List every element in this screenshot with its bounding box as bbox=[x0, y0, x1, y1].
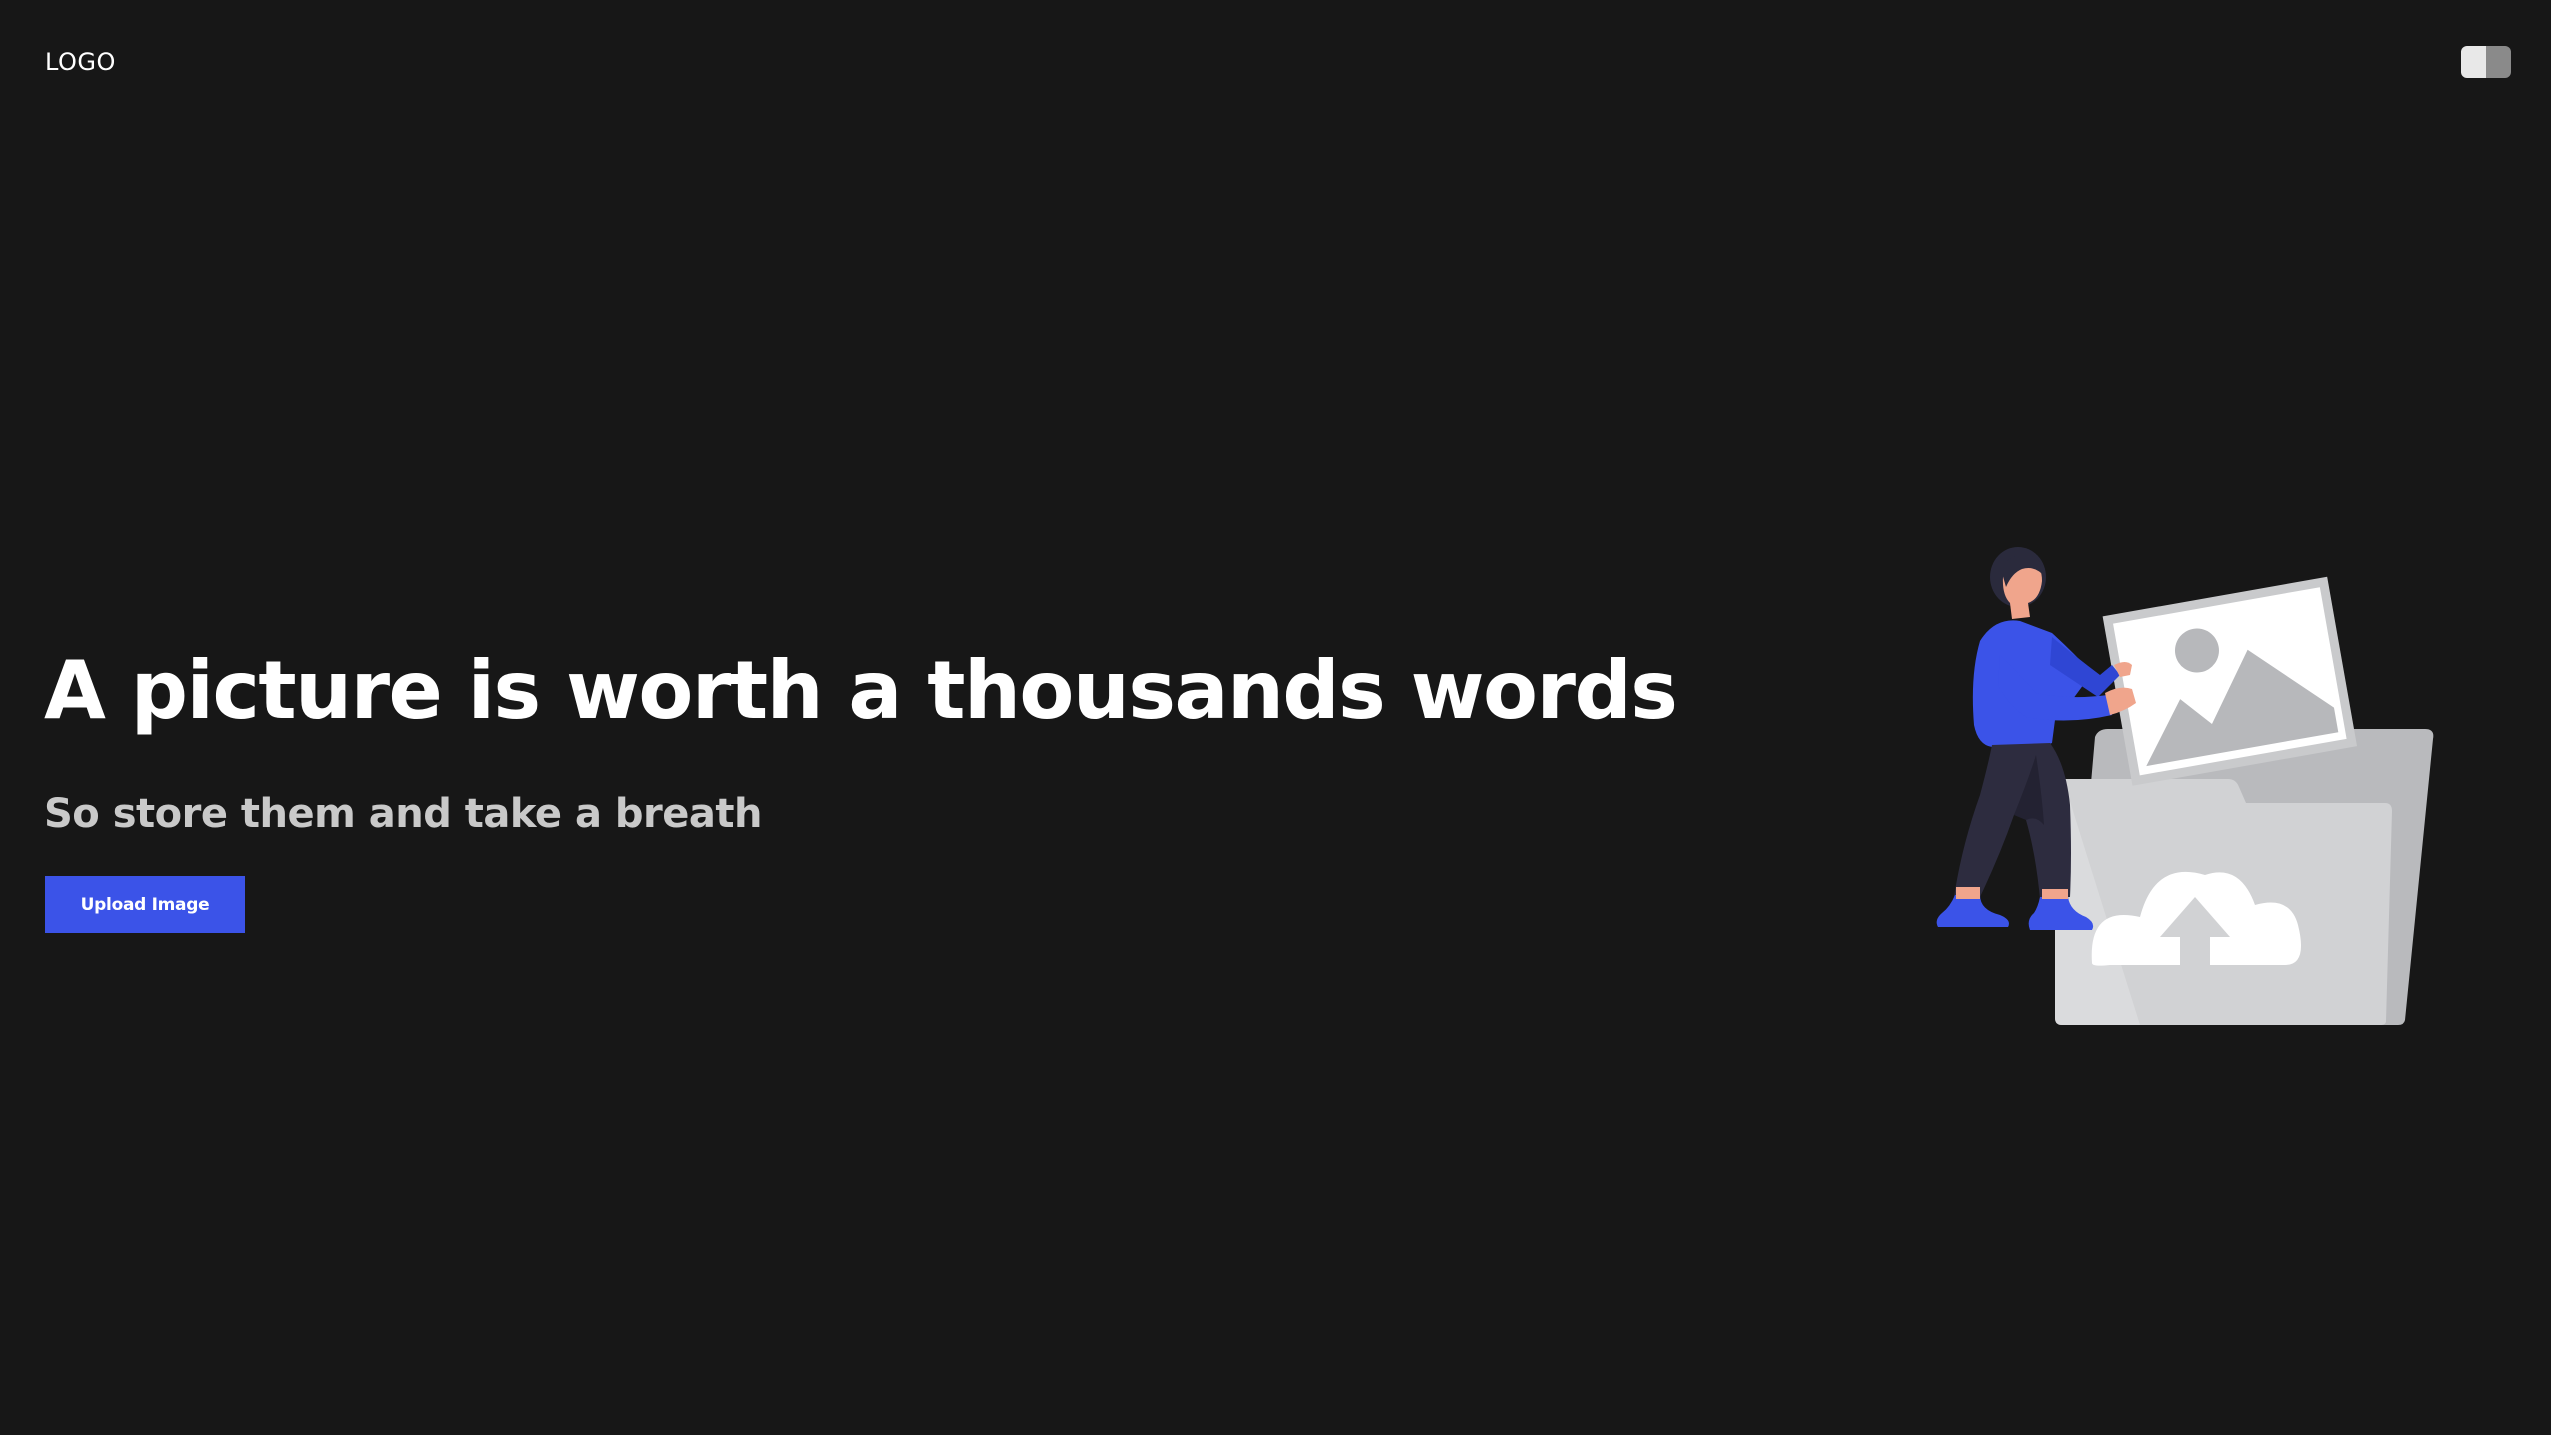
upload-image-button[interactable]: Upload Image bbox=[45, 876, 245, 933]
hero-headline: A picture is worth a thousands words bbox=[44, 644, 1678, 737]
theme-toggle-light-half bbox=[2461, 46, 2486, 78]
hero-subheadline: So store them and take a breath bbox=[44, 791, 762, 837]
folder-icon bbox=[2055, 729, 2434, 1025]
landing-page: LOGO A picture is worth a thousands word… bbox=[0, 0, 2551, 1435]
hero-illustration bbox=[1936, 547, 2434, 1025]
logo[interactable]: LOGO bbox=[45, 48, 116, 76]
theme-toggle-dark-half bbox=[2486, 46, 2511, 78]
theme-toggle-icon[interactable] bbox=[2461, 46, 2511, 78]
